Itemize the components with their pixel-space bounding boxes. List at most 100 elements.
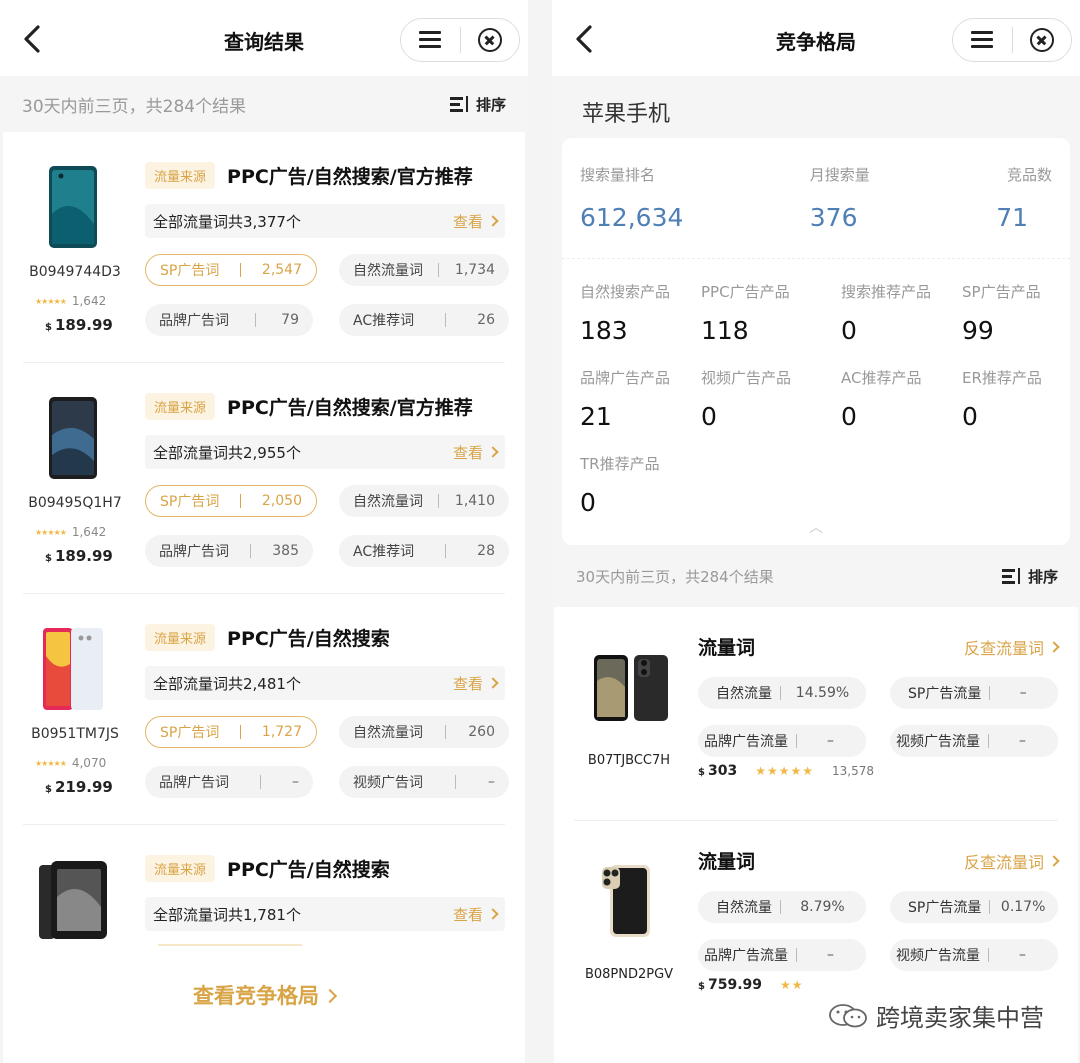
- product-stats-grid: 自然搜索产品 183 PPC广告产品 118 搜索推荐产品 0 SP广告产品 99 品牌…: [562, 259, 1070, 517]
- traffic-source-text: PPC广告/自然搜索/官方推荐: [227, 166, 473, 188]
- product-list: B0949744D3 ★★★★★ 1,642 $189.99 流量来源 PPC广告…: [3, 132, 525, 1063]
- product-price: $189.99: [45, 316, 113, 334]
- sort-button[interactable]: 排序: [1001, 566, 1058, 587]
- product-image: [37, 395, 109, 481]
- view-competition-link[interactable]: 查看竞争格局: [0, 980, 528, 1010]
- collapse-icon[interactable]: ︿: [562, 517, 1070, 545]
- top-stats: 搜索量排名 612,634 月搜索量 376 竞品数 71: [562, 138, 1070, 259]
- organic-traffic-pill: 自然流量 8.79%: [698, 891, 866, 923]
- review-count: 1,642: [71, 525, 107, 539]
- chevron-right-icon: [1048, 640, 1060, 653]
- stat-monthly-search: 月搜索量 376: [809, 166, 870, 232]
- sp-traffic-pill: SP广告流量 –: [890, 677, 1058, 709]
- review-count: 1,642: [71, 294, 107, 308]
- stat-item: SP广告产品 99: [962, 283, 1041, 345]
- product-card[interactable]: B0951TM7JS ★★★★★ 4,070 $219.99 流量来源 PPC广告…: [23, 594, 509, 825]
- menu-button[interactable]: [953, 19, 1012, 61]
- video-keywords-pill[interactable]: 视频广告词 –: [339, 766, 509, 798]
- top-bar: 竞争格局: [552, 0, 1080, 76]
- traffic-source-row: 流量来源 PPC广告/自然搜索/官方推荐: [145, 162, 473, 189]
- chevron-right-icon: [487, 215, 499, 227]
- stat-item: TR推荐产品 0: [580, 455, 660, 517]
- total-keywords: 全部流量词共2,481个: [153, 674, 301, 693]
- total-keywords-row: 全部流量词共2,481个 查看: [145, 666, 505, 700]
- chevron-right-icon: [487, 908, 499, 920]
- brand-keywords-pill[interactable]: 品牌广告词 385: [145, 535, 313, 567]
- traffic-source-row: 流量来源 PPC广告/自然搜索: [145, 855, 390, 882]
- traffic-source-tag: 流量来源: [145, 855, 216, 882]
- product-price: $303 ★★★★★ 13,578: [698, 763, 874, 779]
- traffic-source-row: 流量来源 PPC广告/自然搜索/官方推荐: [145, 393, 473, 420]
- traffic-source-tag: 流量来源: [145, 624, 216, 651]
- product-asin: B07TJBCC7H: [587, 753, 671, 768]
- product-image: [37, 626, 109, 712]
- divider: [158, 944, 302, 946]
- traffic-source-tag: 流量来源: [145, 393, 216, 420]
- menu-icon: [971, 31, 994, 49]
- stat-item: 品牌广告产品 21: [580, 369, 671, 431]
- product-card[interactable]: 流量来源 PPC广告/自然搜索 全部流量词共1,781个 查看: [23, 825, 505, 1005]
- stat-competitors: 竞品数 71: [996, 166, 1052, 232]
- reverse-lookup-link[interactable]: 反查流量词: [964, 635, 1060, 659]
- close-icon: [477, 28, 502, 52]
- sp-keywords-pill[interactable]: SP广告词 1,727: [145, 716, 317, 748]
- sp-keywords-pill[interactable]: SP广告词 2,050: [145, 485, 317, 517]
- stat-item: PPC广告产品 118: [701, 283, 790, 345]
- view-link[interactable]: 查看: [453, 442, 499, 463]
- brand-traffic-pill: 品牌广告流量 –: [698, 939, 866, 971]
- traffic-source-text: PPC广告/自然搜索: [227, 859, 390, 881]
- sort-button[interactable]: 排序: [449, 94, 506, 115]
- brand-keywords-pill[interactable]: 品牌广告词 –: [145, 766, 313, 798]
- total-keywords-row: 全部流量词共1,781个 查看: [145, 897, 505, 931]
- product-asin: B0951TM7JS: [31, 726, 119, 742]
- total-keywords: 全部流量词共2,955个: [153, 443, 301, 462]
- stat-item: 搜索推荐产品 0: [841, 283, 932, 345]
- stat-item: 自然搜索产品 183: [580, 283, 671, 345]
- product-rating: ★★★★★ 4,070: [35, 756, 106, 770]
- total-keywords: 全部流量词共1,781个: [153, 905, 301, 924]
- keyword-heading: 流量词: [698, 851, 756, 873]
- product-image: [584, 651, 674, 723]
- reverse-lookup-link[interactable]: 反查流量词: [964, 849, 1060, 873]
- ac-keywords-pill[interactable]: AC推荐词 26: [339, 304, 509, 336]
- sp-keywords-pill[interactable]: SP广告词 2,547: [145, 254, 317, 286]
- organic-keywords-pill[interactable]: 自然流量词 1,410: [339, 485, 509, 517]
- menu-button[interactable]: [401, 19, 460, 61]
- brand-keywords-pill[interactable]: 品牌广告词 79: [145, 304, 313, 336]
- chevron-right-icon: [487, 677, 499, 689]
- card-header: 流量词 反查流量词: [698, 847, 1060, 874]
- sort-label: 排序: [475, 95, 506, 114]
- watermark: 跨境卖家集中营: [824, 998, 1048, 1033]
- stat-item: 视频广告产品 0: [701, 369, 792, 431]
- product-rating: ★★★★★ 1,642: [35, 294, 106, 308]
- query-results-screen: 查询结果 30天内前三页，共284个结果 排序 B0949744D3 ★★★★★…: [0, 0, 528, 1063]
- view-link[interactable]: 查看: [453, 211, 499, 232]
- star-rating-icon: ★★★★★: [755, 764, 814, 778]
- competitor-list: B07TJBCC7H 流量词 反查流量词 自然流量 14.59% SP广告流量 – …: [554, 607, 1078, 1063]
- search-keyword: 苹果手机: [552, 76, 1080, 138]
- star-rating-icon: ★★★★★: [35, 527, 67, 537]
- review-count: 4,070: [71, 756, 107, 770]
- organic-keywords-pill[interactable]: 自然流量词 1,734: [339, 254, 509, 286]
- close-button[interactable]: [460, 19, 519, 61]
- wechat-icon: [829, 1003, 867, 1027]
- competitor-card[interactable]: B07TJBCC7H 流量词 反查流量词 自然流量 14.59% SP广告流量 – …: [574, 607, 1060, 821]
- card-header: 流量词 反查流量词: [698, 633, 1060, 660]
- ac-keywords-pill[interactable]: AC推荐词 28: [339, 535, 509, 567]
- product-card[interactable]: B09495Q1H7 ★★★★★ 1,642 $189.99 流量来源 PPC广告…: [23, 363, 509, 594]
- competition-screen: 竞争格局 苹果手机 搜索量排名 612,634 月搜索量 376 竞品数 71 自然搜…: [552, 0, 1080, 1063]
- stat-item: AC推荐产品 0: [841, 369, 922, 431]
- organic-keywords-pill[interactable]: 自然流量词 260: [339, 716, 509, 748]
- traffic-source-text: PPC广告/自然搜索: [227, 628, 390, 650]
- watermark-text: 跨境卖家集中营: [876, 1004, 1044, 1032]
- sp-traffic-pill: SP广告流量 0.17%: [890, 891, 1058, 923]
- close-button[interactable]: [1012, 19, 1071, 61]
- results-summary: 30天内前三页，共284个结果: [22, 96, 247, 117]
- sort-label: 排序: [1027, 567, 1058, 586]
- view-link[interactable]: 查看: [453, 673, 499, 694]
- star-rating-icon: ★★★★★: [35, 758, 67, 768]
- sort-icon: [449, 96, 472, 112]
- star-rating-icon: ★★: [780, 978, 804, 992]
- view-link[interactable]: 查看: [453, 904, 499, 925]
- product-card[interactable]: B0949744D3 ★★★★★ 1,642 $189.99 流量来源 PPC广告…: [23, 132, 509, 363]
